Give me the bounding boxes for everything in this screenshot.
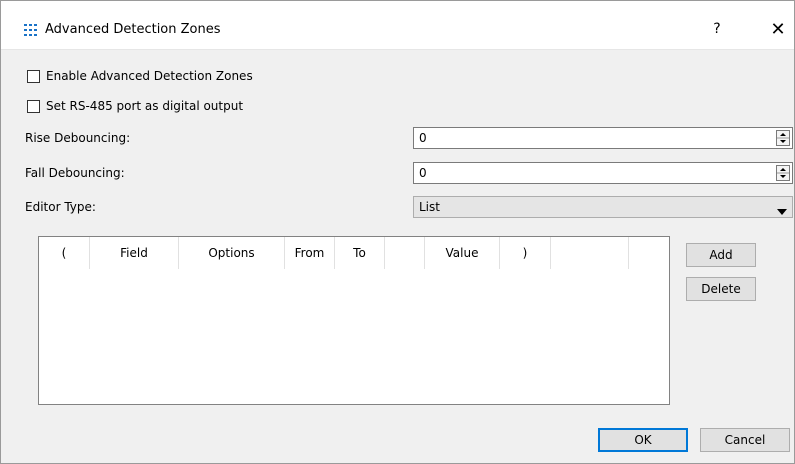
dialog-window: Advanced Detection Zones ? ✕ Enable Adva… <box>0 0 795 464</box>
spin-arrows-icon[interactable] <box>776 130 790 146</box>
help-button[interactable]: ? <box>707 19 727 39</box>
rise-debouncing-spinbox[interactable]: 0 <box>413 127 793 149</box>
column-header-field[interactable]: Field <box>90 237 179 269</box>
editor-type-select[interactable]: List <box>413 196 793 218</box>
column-header-from[interactable]: From <box>285 237 335 269</box>
cancel-button[interactable]: Cancel <box>700 428 790 452</box>
fall-debouncing-value: 0 <box>419 166 427 180</box>
column-header-close-paren[interactable]: ) <box>500 237 551 269</box>
close-button[interactable]: ✕ <box>766 19 790 41</box>
title-bar: Advanced Detection Zones ? ✕ <box>1 1 794 50</box>
window-title: Advanced Detection Zones <box>45 22 221 37</box>
table-header: ( Field Options From To Value ) <box>39 237 669 269</box>
column-header-open-paren[interactable]: ( <box>39 237 90 269</box>
conditions-table[interactable]: ( Field Options From To Value ) <box>38 236 670 405</box>
triangle-down-icon <box>777 204 787 218</box>
fall-debouncing-spinbox[interactable]: 0 <box>413 162 793 184</box>
add-button[interactable]: Add <box>686 243 756 267</box>
grid-icon <box>24 24 38 36</box>
rs485-checkbox[interactable] <box>27 99 40 113</box>
enable-zones-label: Enable Advanced Detection Zones <box>46 69 253 83</box>
column-header-to[interactable]: To <box>335 237 385 269</box>
ok-button[interactable]: OK <box>598 428 688 452</box>
enable-zones-checkbox[interactable] <box>27 69 40 83</box>
rise-debouncing-label: Rise Debouncing: <box>25 131 131 145</box>
column-header-value[interactable]: Value <box>425 237 500 269</box>
spin-arrows-icon[interactable] <box>776 165 790 181</box>
column-header-blank-3[interactable] <box>629 237 669 269</box>
fall-debouncing-label: Fall Debouncing: <box>25 166 125 180</box>
column-header-options[interactable]: Options <box>179 237 285 269</box>
rs485-label: Set RS-485 port as digital output <box>46 99 244 113</box>
column-header-blank-1[interactable] <box>385 237 425 269</box>
editor-type-label: Editor Type: <box>25 200 96 214</box>
enable-zones-option[interactable]: Enable Advanced Detection Zones <box>27 67 253 85</box>
column-header-blank-2[interactable] <box>551 237 629 269</box>
editor-type-value: List <box>419 200 440 214</box>
rise-debouncing-value: 0 <box>419 131 427 145</box>
rs485-option[interactable]: Set RS-485 port as digital output <box>27 97 243 115</box>
delete-button[interactable]: Delete <box>686 277 756 301</box>
